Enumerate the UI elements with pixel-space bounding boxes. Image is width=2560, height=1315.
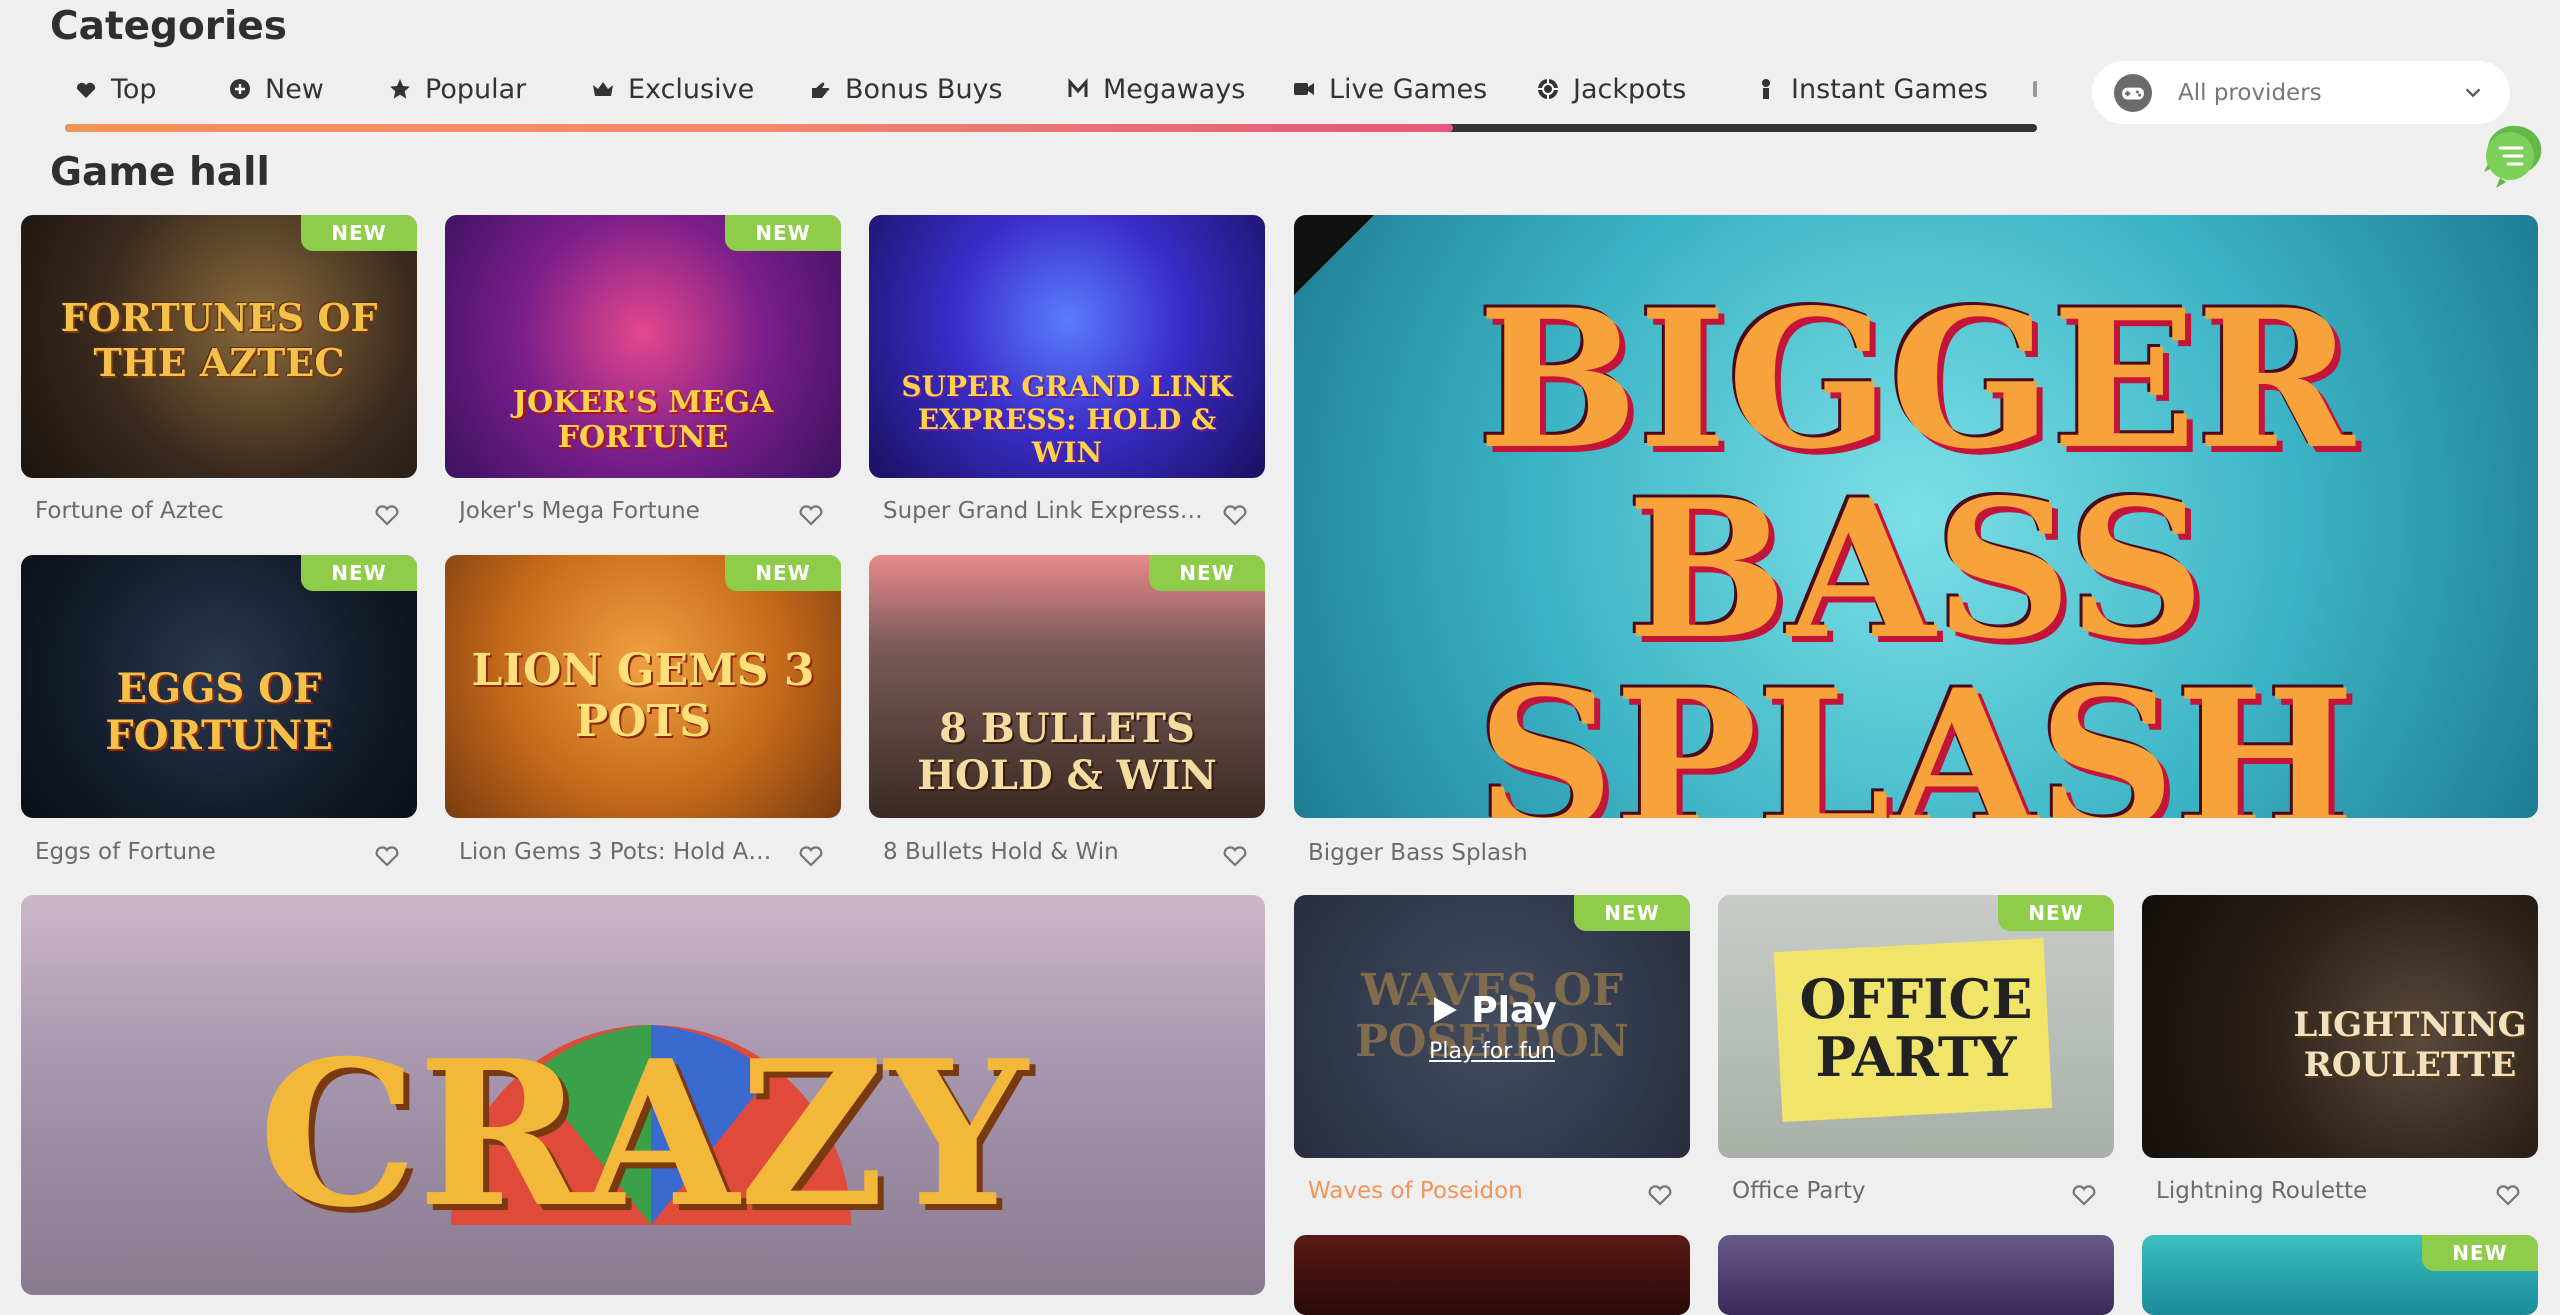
- game-thumbnail[interactable]: WAVES OF POSEIDON Play Play for fun NEW: [1294, 895, 1690, 1158]
- game-thumbnail[interactable]: 8 BULLETS HOLD & WIN NEW: [869, 555, 1265, 818]
- game-thumbnail[interactable]: [1294, 1235, 1690, 1315]
- tab-top[interactable]: Top: [73, 64, 157, 114]
- new-badge: NEW: [725, 555, 841, 591]
- categories-heading: Categories: [50, 4, 288, 49]
- chevron-down-icon: [2465, 88, 2481, 97]
- chat-icon[interactable]: [2476, 122, 2544, 190]
- drops-wins-corner-icon: [1294, 215, 1374, 295]
- heart-outline-icon[interactable]: [371, 840, 403, 870]
- tab-jackpots[interactable]: Jackpots: [1535, 64, 1686, 114]
- game-title[interactable]: Lightning Roulette: [2156, 1178, 2476, 1204]
- partial-icon: [2030, 76, 2037, 102]
- game-thumbnail[interactable]: [1718, 1235, 2114, 1315]
- game-title[interactable]: Waves of Poseidon: [1308, 1178, 1628, 1204]
- tab-live-games-label: Live Games: [1329, 73, 1488, 105]
- play-for-fun-link[interactable]: Play for fun: [1429, 1039, 1555, 1064]
- tab-new-label: New: [265, 73, 324, 105]
- game-thumbnail[interactable]: NEW: [2142, 1235, 2538, 1315]
- game-art-text: SUPER GRAND LINK EXPRESS: HOLD & WIN: [901, 370, 1233, 469]
- hand-icon: [807, 76, 833, 102]
- game-title[interactable]: Fortune of Aztec: [35, 498, 355, 524]
- heart-filled-icon: [73, 76, 99, 102]
- new-badge: NEW: [2422, 1235, 2538, 1271]
- play-icon: [1434, 997, 1458, 1023]
- game-art-text: LION GEMS 3 POTS: [471, 645, 815, 747]
- game-thumbnail[interactable]: JOKER'S MEGA FORTUNE NEW: [445, 215, 841, 478]
- tab-instant-games-label: Instant Games: [1791, 73, 1989, 105]
- tab-exclusive-label: Exclusive: [628, 73, 755, 105]
- game-thumbnail[interactable]: LIGHTNING ROULETTE: [2142, 895, 2538, 1158]
- chip-icon: [1535, 76, 1561, 102]
- new-badge: NEW: [301, 555, 417, 591]
- new-badge: NEW: [725, 215, 841, 251]
- game-title[interactable]: 8 Bullets Hold & Win: [883, 839, 1203, 865]
- tab-exclusive[interactable]: Exclusive: [590, 64, 754, 114]
- tab-new[interactable]: New: [227, 64, 324, 114]
- tab-more-partial[interactable]: [2030, 64, 2037, 114]
- tab-megaways[interactable]: Megaways: [1065, 64, 1245, 114]
- game-thumbnail[interactable]: EGGS OF FORTUNE NEW: [21, 555, 417, 818]
- game-art-text: CRAZY: [258, 1017, 1028, 1252]
- new-badge: NEW: [1149, 555, 1265, 591]
- game-art-text: EGGS OF FORTUNE: [105, 665, 333, 759]
- new-badge: NEW: [1998, 895, 2114, 931]
- tab-bonus-buys[interactable]: Bonus Buys: [807, 64, 1003, 114]
- tab-megaways-label: Megaways: [1103, 73, 1246, 105]
- heart-outline-icon[interactable]: [795, 840, 827, 870]
- tab-instant-games[interactable]: Instant Games: [1753, 64, 1988, 114]
- game-thumbnail[interactable]: CRAZY: [21, 895, 1265, 1295]
- game-title[interactable]: Super Grand Link Express: H...: [883, 498, 1203, 524]
- game-thumbnail[interactable]: SUPER GRAND LINK EXPRESS: HOLD & WIN: [869, 215, 1265, 478]
- game-title[interactable]: Bigger Bass Splash: [1308, 840, 1908, 866]
- game-title[interactable]: Office Party: [1732, 1178, 2052, 1204]
- tab-live-games[interactable]: Live Games: [1291, 64, 1487, 114]
- game-title[interactable]: Joker's Mega Fortune: [459, 498, 779, 524]
- new-badge: NEW: [1574, 895, 1690, 931]
- tab-bonus-buys-label: Bonus Buys: [845, 73, 1003, 105]
- tabs-scrollbar-thumb[interactable]: [65, 124, 1453, 132]
- game-art-text: FORTUNES OF THE AZTEC: [60, 295, 378, 385]
- play-label: Play: [1471, 989, 1557, 1031]
- game-hall-heading: Game hall: [50, 150, 270, 195]
- plus-circle-icon: [227, 76, 253, 102]
- play-button[interactable]: Play: [1427, 989, 1557, 1031]
- game-thumbnail[interactable]: LION GEMS 3 POTS NEW: [445, 555, 841, 818]
- play-overlay: Play Play for fun: [1294, 895, 1690, 1158]
- game-thumbnail[interactable]: FORTUNES OF THE AZTEC NEW: [21, 215, 417, 478]
- heart-outline-icon[interactable]: [1644, 1179, 1676, 1209]
- crown-icon: [590, 76, 616, 102]
- video-camera-icon: [1291, 76, 1317, 102]
- new-badge: NEW: [301, 215, 417, 251]
- tab-jackpots-label: Jackpots: [1573, 73, 1687, 105]
- game-art-text: 8 BULLETS HOLD & WIN: [917, 705, 1217, 799]
- game-thumbnail[interactable]: BIGGER BASS SPLASH: [1294, 215, 2538, 818]
- game-title[interactable]: Lion Gems 3 Pots: Hold And ...: [459, 839, 779, 865]
- heart-outline-icon[interactable]: [2492, 1179, 2524, 1209]
- heart-outline-icon[interactable]: [371, 499, 403, 529]
- heart-outline-icon[interactable]: [1219, 499, 1251, 529]
- person-icon: [1753, 76, 1779, 102]
- tabs-scrollbar[interactable]: [65, 124, 2037, 132]
- gamepad-icon: [2114, 73, 2152, 112]
- game-art-text: OFFICE PARTY: [1799, 967, 2033, 1089]
- tab-popular[interactable]: Popular: [387, 64, 526, 114]
- game-title[interactable]: Eggs of Fortune: [35, 839, 355, 865]
- category-tabs: Top New Popular Exclusive Bonus Buys Meg…: [65, 64, 2037, 114]
- game-thumbnail[interactable]: OFFICE PARTY NEW: [1718, 895, 2114, 1158]
- heart-outline-icon[interactable]: [795, 499, 827, 529]
- provider-select-value: All providers: [2178, 79, 2322, 106]
- game-art-text: BIGGER BASS SPLASH: [1477, 268, 2355, 819]
- m-icon: [1065, 76, 1091, 102]
- heart-outline-icon[interactable]: [2068, 1179, 2100, 1209]
- game-art-text: JOKER'S MEGA FORTUNE: [512, 385, 774, 455]
- heart-outline-icon[interactable]: [1219, 840, 1251, 870]
- provider-select[interactable]: All providers: [2092, 61, 2510, 124]
- game-art-text: LIGHTNING ROULETTE: [2293, 1005, 2527, 1085]
- tab-top-label: Top: [111, 73, 157, 105]
- tab-popular-label: Popular: [425, 73, 527, 105]
- star-icon: [387, 76, 413, 102]
